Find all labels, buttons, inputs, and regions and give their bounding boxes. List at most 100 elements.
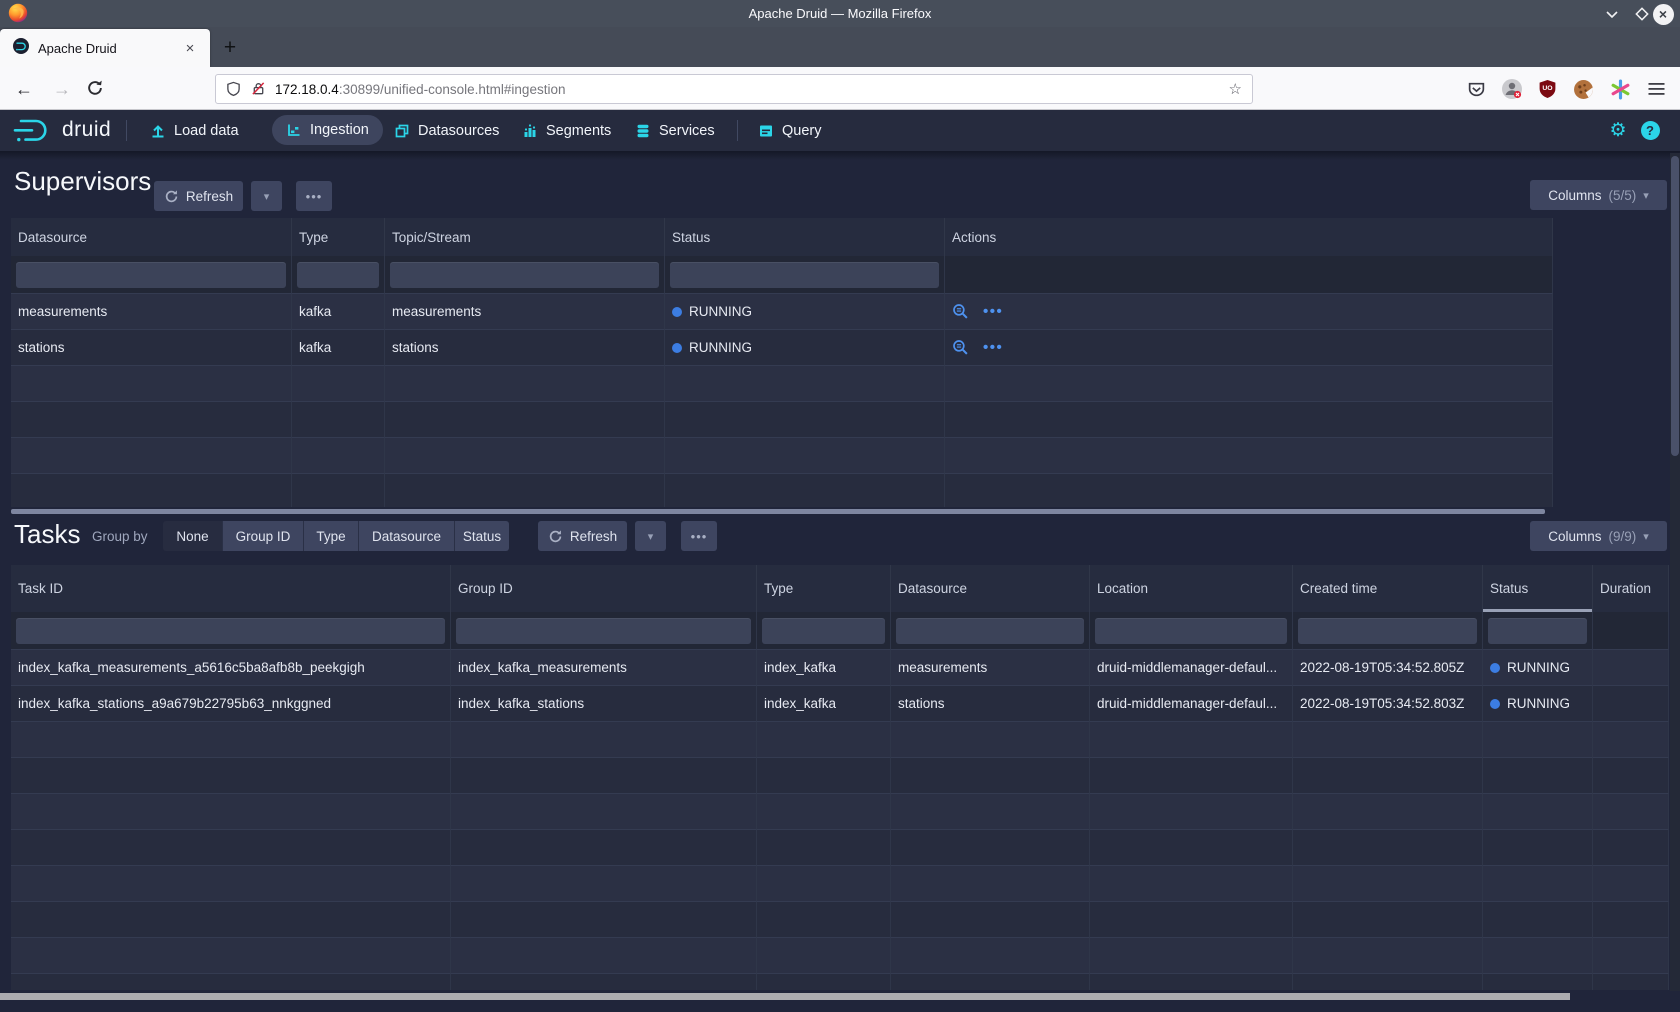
cell-status: RUNNING xyxy=(1507,696,1570,711)
profile-extension-icon[interactable] xyxy=(1499,76,1525,102)
supervisors-more-button[interactable]: ••• xyxy=(296,181,332,211)
columns-count: (5/5) xyxy=(1608,188,1636,203)
reload-button[interactable] xyxy=(86,79,104,102)
task-row-measurements[interactable]: index_kafka_measurements_a5616c5ba8afb8b… xyxy=(11,650,1669,686)
cell-status: RUNNING xyxy=(1507,660,1570,675)
inspect-magnifier-icon[interactable] xyxy=(952,339,969,356)
tab-close-icon[interactable]: × xyxy=(182,41,198,56)
filter-input-type[interactable] xyxy=(297,262,379,288)
browser-tab-apache-druid[interactable]: Apache Druid × xyxy=(0,29,210,67)
col-header-created-time[interactable]: Created time xyxy=(1293,565,1483,612)
back-button[interactable]: ← xyxy=(10,75,38,103)
url-text[interactable]: 172.18.0.4:30899/unified-console.html#in… xyxy=(275,82,565,97)
empty-row xyxy=(11,474,1553,507)
colorful-asterisk-extension-icon[interactable] xyxy=(1607,76,1633,102)
nav-item-label: Services xyxy=(659,123,715,139)
pocket-icon[interactable] xyxy=(1463,76,1489,102)
nav-item-query[interactable]: Query xyxy=(758,110,822,151)
nav-item-load-data[interactable]: Load data xyxy=(150,110,239,151)
row-more-actions-icon[interactable]: ••• xyxy=(983,339,1003,356)
group-by-datasource-button[interactable]: Datasource xyxy=(359,521,455,551)
task-row-stations[interactable]: index_kafka_stations_a9a679b22795b63_nnk… xyxy=(11,686,1669,722)
cell-datasource: stations xyxy=(11,330,292,366)
empty-row xyxy=(11,830,1669,866)
help-button[interactable]: ? xyxy=(1637,110,1663,151)
inspect-magnifier-icon[interactable] xyxy=(952,303,969,320)
cell-topic-stream: measurements xyxy=(385,294,665,330)
filter-input-topic-stream[interactable] xyxy=(390,262,659,288)
supervisors-refresh-caret-button[interactable]: ▾ xyxy=(251,181,282,211)
ublock-origin-icon[interactable]: UO xyxy=(1534,76,1560,102)
group-by-none-button[interactable]: None xyxy=(163,521,223,551)
url-bar[interactable]: 172.18.0.4:30899/unified-console.html#in… xyxy=(215,74,1253,104)
menu-hamburger-icon[interactable] xyxy=(1643,76,1669,102)
new-tab-button[interactable]: + xyxy=(216,34,244,62)
cell-datasource: measurements xyxy=(11,294,292,330)
col-header-datasource[interactable]: Datasource xyxy=(11,218,292,256)
insecure-lock-icon[interactable] xyxy=(251,81,266,97)
tab-title: Apache Druid xyxy=(38,41,182,56)
filter-input-created-time[interactable] xyxy=(1298,618,1477,644)
col-header-location[interactable]: Location xyxy=(1090,565,1293,612)
group-by-group-id-button[interactable]: Group ID xyxy=(223,521,304,551)
filter-input-location[interactable] xyxy=(1095,618,1287,644)
cell-type: index_kafka xyxy=(757,650,891,686)
nav-item-services[interactable]: Services xyxy=(635,110,715,151)
col-header-topic-stream[interactable]: Topic/Stream xyxy=(385,218,665,256)
query-console-icon xyxy=(758,123,774,139)
group-by-status-button[interactable]: Status xyxy=(455,521,509,551)
col-header-group-id[interactable]: Group ID xyxy=(451,565,757,612)
supervisors-refresh-button[interactable]: Refresh xyxy=(154,181,243,211)
filter-input-datasource[interactable] xyxy=(896,618,1084,644)
browser-horizontal-scrollbar[interactable] xyxy=(0,993,1570,1000)
tasks-more-button[interactable]: ••• xyxy=(681,521,717,551)
filter-input-status[interactable] xyxy=(1488,618,1587,644)
col-header-duration[interactable]: Duration xyxy=(1593,565,1669,612)
filter-input-status[interactable] xyxy=(670,262,939,288)
cell-datasource: stations xyxy=(891,686,1090,722)
nav-item-datasources[interactable]: Datasources xyxy=(394,110,499,151)
tasks-refresh-caret-button[interactable]: ▾ xyxy=(635,521,666,551)
screen: Apache Druid — Mozilla Firefox × Apache … xyxy=(0,0,1680,1012)
col-header-task-id[interactable]: Task ID xyxy=(11,565,451,612)
refresh-icon xyxy=(164,189,179,204)
group-by-type-button[interactable]: Type xyxy=(304,521,359,551)
row-more-actions-icon[interactable]: ••• xyxy=(983,303,1003,320)
supervisors-columns-button[interactable]: Columns (5/5) ▾ xyxy=(1530,180,1667,210)
nav-item-ingestion[interactable]: Ingestion xyxy=(272,115,383,145)
cell-status: RUNNING xyxy=(689,340,752,355)
window-maximize-button[interactable] xyxy=(1631,3,1653,25)
bookmark-star-icon[interactable]: ☆ xyxy=(1229,80,1242,98)
filter-input-type[interactable] xyxy=(762,618,885,644)
filter-input-group-id[interactable] xyxy=(456,618,751,644)
col-header-status-sorted[interactable]: Status xyxy=(1483,565,1593,612)
shield-icon[interactable] xyxy=(226,81,241,97)
cell-group-id: index_kafka_stations xyxy=(451,686,757,722)
refresh-icon xyxy=(548,529,563,544)
nav-item-label: Ingestion xyxy=(310,122,369,138)
col-header-type[interactable]: Type xyxy=(757,565,891,612)
close-icon: × xyxy=(1653,4,1674,25)
supervisor-row-stations[interactable]: stations kafka stations RUNNING ••• xyxy=(11,330,1553,366)
settings-button[interactable]: ⚙ xyxy=(1605,110,1631,151)
supervisors-horizontal-scrollbar[interactable] xyxy=(11,509,1545,514)
nav-item-segments[interactable]: Segments xyxy=(522,110,611,151)
window-close-button[interactable]: × xyxy=(1652,3,1674,25)
vertical-scrollbar-thumb[interactable] xyxy=(1671,156,1679,456)
col-header-datasource[interactable]: Datasource xyxy=(891,565,1090,612)
cookie-extension-icon[interactable] xyxy=(1570,76,1596,102)
tasks-refresh-button[interactable]: Refresh xyxy=(538,521,627,551)
cell-duration xyxy=(1593,686,1669,722)
filter-input-task-id[interactable] xyxy=(16,618,445,644)
filter-input-datasource[interactable] xyxy=(16,262,286,288)
druid-logo[interactable]: druid xyxy=(12,116,111,144)
help-icon: ? xyxy=(1641,121,1660,140)
cell-created-time: 2022-08-19T05:34:52.805Z xyxy=(1293,650,1483,686)
supervisor-row-measurements[interactable]: measurements kafka measurements RUNNING xyxy=(11,294,1553,330)
col-header-status[interactable]: Status xyxy=(665,218,945,256)
cell-duration xyxy=(1593,650,1669,686)
window-minimize-button[interactable] xyxy=(1601,3,1623,25)
tasks-columns-button[interactable]: Columns (9/9) ▾ xyxy=(1530,521,1667,551)
col-header-type[interactable]: Type xyxy=(292,218,385,256)
refresh-label: Refresh xyxy=(570,529,617,544)
